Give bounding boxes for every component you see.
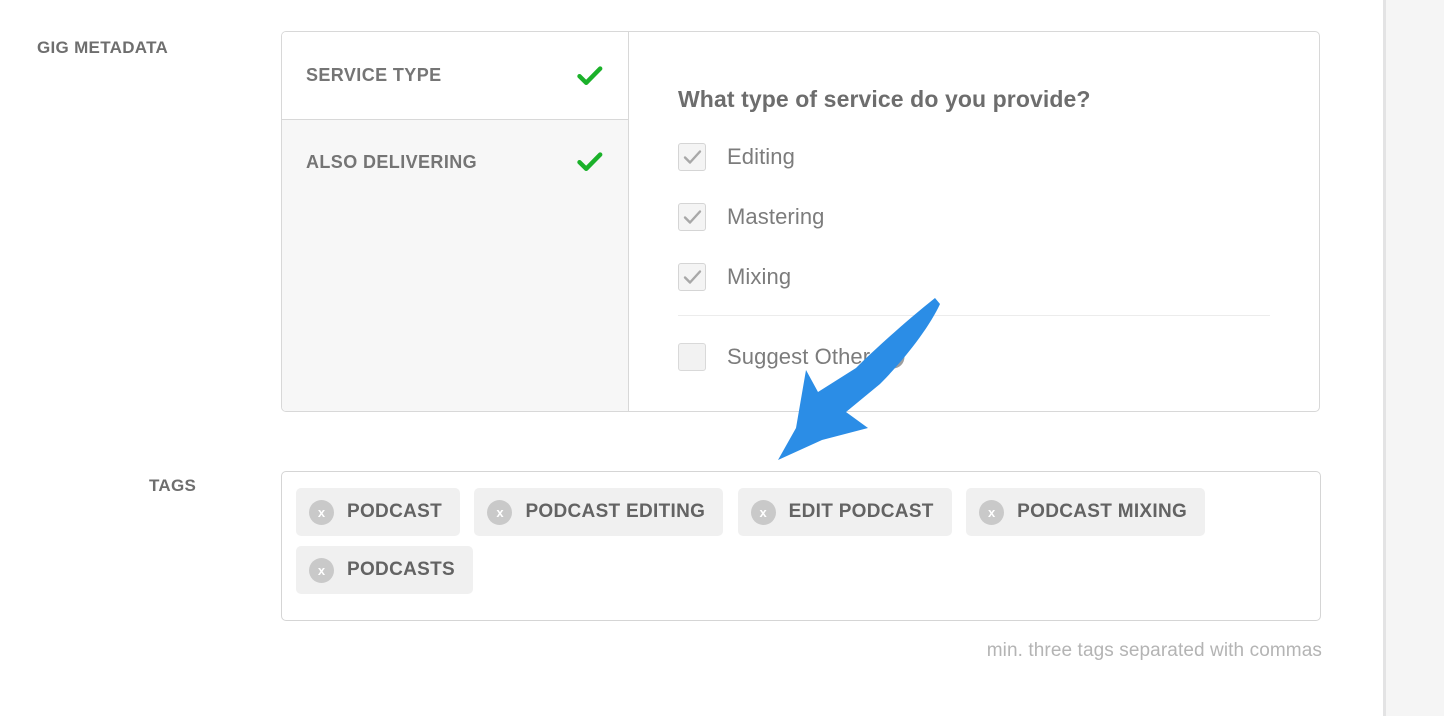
service-type-form: What type of service do you provide? Edi…	[629, 32, 1320, 411]
checkbox-row-suggest-other[interactable]: Suggest Other ?	[678, 335, 1270, 378]
options-divider	[678, 315, 1270, 316]
checkbox-label-mixing: Mixing	[727, 263, 792, 289]
remove-tag-icon[interactable]: x	[309, 499, 334, 525]
tag-chip[interactable]: x PODCASTS	[296, 546, 473, 594]
remove-tag-icon[interactable]: x	[487, 499, 513, 525]
page-right-gutter	[1386, 0, 1444, 716]
tags-section-label: TAGS	[149, 476, 197, 495]
gig-metadata-section-label: GIG METADATA	[37, 38, 169, 57]
tag-label: PODCAST MIXING	[1017, 501, 1188, 522]
checkbox-label-suggest-other: Suggest Other	[727, 343, 871, 369]
tag-chip[interactable]: x PODCAST MIXING	[966, 488, 1206, 536]
tag-label: PODCAST	[347, 501, 442, 522]
checkmark-icon	[683, 268, 702, 287]
sidebar-item-also-delivering-label: ALSO DELIVERING	[306, 152, 478, 172]
tag-label: EDIT PODCAST	[788, 501, 934, 522]
checkbox-row-mastering[interactable]: Mastering	[678, 195, 1270, 238]
checkbox-row-editing[interactable]: Editing	[678, 135, 1270, 178]
green-check-icon	[577, 65, 603, 86]
service-question-title: What type of service do you provide?	[678, 86, 1091, 112]
screen-root: GIG METADATA SERVICE TYPE ALSO DELIVERIN…	[0, 0, 1444, 716]
tag-label: PODCAST EDITING	[525, 501, 706, 522]
checkmark-icon	[683, 208, 702, 227]
sidebar-item-service-type[interactable]: SERVICE TYPE	[282, 32, 628, 120]
tag-chip[interactable]: x PODCAST	[296, 488, 460, 536]
tag-chip[interactable]: x PODCAST EDITING	[474, 488, 724, 536]
tag-label: PODCASTS	[347, 559, 455, 580]
checkbox-mastering[interactable]	[678, 202, 706, 231]
remove-tag-icon[interactable]: x	[979, 499, 1005, 525]
checkbox-label-editing: Editing	[727, 143, 795, 169]
tags-hint-text: min. three tags separated with commas	[986, 640, 1322, 661]
svg-text:?: ?	[889, 349, 898, 366]
checkmark-icon	[683, 148, 702, 167]
checkbox-mixing[interactable]	[678, 262, 706, 291]
checkbox-suggest-other[interactable]	[678, 342, 706, 371]
green-check-icon	[577, 152, 603, 172]
remove-tag-icon[interactable]: x	[309, 557, 334, 583]
metadata-nav-list: SERVICE TYPE ALSO DELIVERING	[282, 32, 629, 411]
checkbox-editing[interactable]	[678, 142, 706, 171]
tag-chip[interactable]: x EDIT PODCAST	[737, 488, 952, 536]
sidebar-item-also-delivering[interactable]: ALSO DELIVERING	[282, 120, 628, 411]
checkbox-row-mixing[interactable]: Mixing	[678, 255, 1270, 298]
gig-metadata-panel: SERVICE TYPE ALSO DELIVERING What type o…	[281, 31, 1320, 412]
remove-tag-icon[interactable]: x	[750, 499, 776, 525]
tags-input-box[interactable]: x PODCAST x PODCAST EDITING x EDIT PODCA…	[281, 471, 1321, 621]
sidebar-item-service-type-label: SERVICE TYPE	[306, 65, 442, 85]
checkbox-label-mastering: Mastering	[727, 203, 825, 229]
question-mark-circle-icon[interactable]: ?	[881, 345, 905, 369]
